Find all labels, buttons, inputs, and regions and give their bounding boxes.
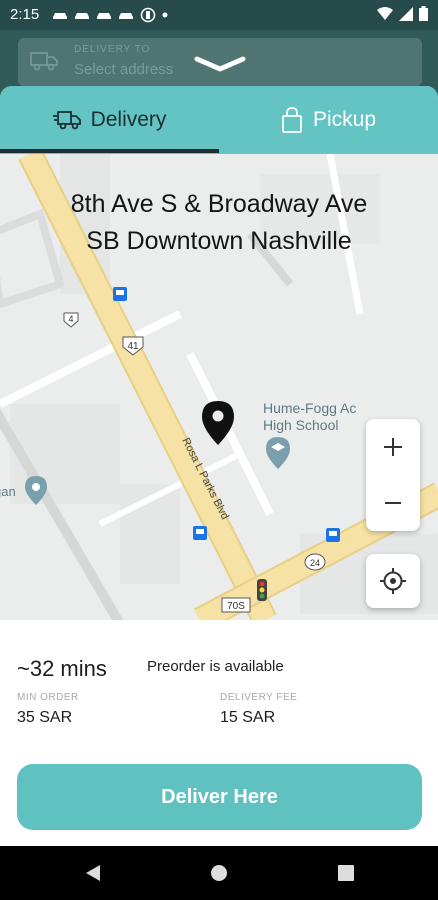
plus-icon <box>384 438 402 456</box>
circle-icon <box>140 7 156 23</box>
crosshair-icon <box>380 568 406 594</box>
min-order-value: 35 SAR <box>17 709 73 726</box>
tab-bar: Delivery Pickup <box>0 86 438 154</box>
recent-apps-icon[interactable] <box>338 865 354 881</box>
truck-icon <box>52 111 81 130</box>
map-address-line2: SB Downtown Nashville <box>86 227 352 255</box>
car-icon <box>75 13 89 19</box>
chevron-down-icon[interactable] <box>194 56 246 74</box>
back-icon[interactable] <box>84 864 102 882</box>
delivery-fee-label: DELIVERY FEE <box>220 692 298 703</box>
svg-text:4: 4 <box>68 314 73 324</box>
car-icon <box>97 13 111 19</box>
zoom-in-button[interactable] <box>366 419 420 475</box>
bus-stop-icon <box>326 528 340 542</box>
home-icon[interactable] <box>210 864 228 882</box>
route-shield-24: 24 <box>304 553 326 571</box>
car-icon <box>53 13 67 19</box>
preorder-text: Preorder is available <box>147 658 284 675</box>
truck-icon <box>30 52 58 71</box>
wifi-icon <box>377 6 393 20</box>
svg-text:24: 24 <box>310 558 320 568</box>
zoom-controls <box>366 419 420 531</box>
map-address-line1: 8th Ave S & Broadway Ave <box>70 190 368 218</box>
tab-delivery-label: Delivery <box>90 108 167 131</box>
bus-stop-icon <box>113 287 127 301</box>
delivery-info-panel: ~32 mins Preorder is available MIN ORDER… <box>0 620 438 846</box>
tab-indicator <box>0 149 219 153</box>
battery-icon <box>419 6 428 21</box>
svg-text:70S: 70S <box>227 601 245 612</box>
route-shield-70s: 70S <box>221 597 251 613</box>
bag-icon <box>282 107 302 133</box>
minus-icon <box>385 502 401 504</box>
bus-stop-icon <box>193 526 207 540</box>
school-label: Hume-Fogg Ac <box>263 400 356 416</box>
signal-icon <box>399 6 413 21</box>
system-nav-bar <box>0 846 438 900</box>
traffic-light-icon <box>257 579 267 601</box>
tab-pickup-label: Pickup <box>312 108 377 131</box>
svg-text:41: 41 <box>127 341 139 352</box>
tab-delivery[interactable]: Delivery <box>0 86 219 154</box>
notification-icons <box>52 7 168 23</box>
system-icons <box>377 6 428 21</box>
address-placeholder: Select address <box>74 61 174 78</box>
status-time: 2:15 <box>10 6 40 23</box>
tab-pickup[interactable]: Pickup <box>219 86 438 154</box>
map-address-title: 8th Ave S & Broadway Ave SB Downtown Nas… <box>0 186 438 260</box>
dot-icon <box>162 12 168 18</box>
location-pin-icon <box>202 401 234 445</box>
my-location-button[interactable] <box>366 554 420 608</box>
zoom-out-button[interactable] <box>366 475 420 531</box>
status-bar: 2:15 <box>0 0 438 30</box>
min-order-label: MIN ORDER <box>17 692 79 703</box>
deliver-here-button[interactable]: Deliver Here <box>17 764 422 830</box>
map-view[interactable]: 41 4 24 70S Rosa L Parks Blvd Hume-Fogg … <box>0 154 438 620</box>
delivery-fee-value: 15 SAR <box>220 709 276 726</box>
address-caption: DELIVERY TO <box>74 44 151 55</box>
school-label-line2: High School <box>263 417 339 433</box>
car-icon <box>119 13 133 19</box>
eta-text: ~32 mins <box>17 656 107 681</box>
edge-place-label: gan <box>0 484 16 499</box>
delivery-sheet: Delivery Pickup 41 4 24 70S Rosa L Parks… <box>0 86 438 846</box>
